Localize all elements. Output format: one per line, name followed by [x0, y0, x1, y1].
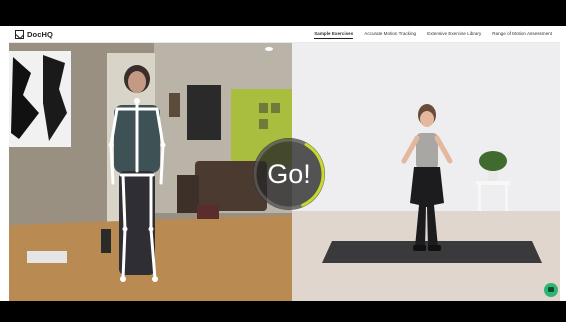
joint-right-ankle	[152, 276, 158, 282]
instructor-face	[420, 111, 434, 127]
plant-stool-top	[476, 181, 510, 185]
ceiling-light	[265, 47, 273, 51]
countdown-overlay: Go!	[251, 136, 327, 212]
nav-links: Sample Exercises Accurate Motion Trackin…	[314, 30, 552, 39]
plant-stool-leg	[478, 185, 481, 211]
floor-lamp-base	[101, 229, 111, 253]
user-camera-feed	[9, 43, 292, 301]
instructor-shoe	[428, 245, 441, 251]
small-picture-frame	[169, 93, 180, 117]
joint-right-elbow	[160, 142, 166, 148]
radiator	[27, 251, 67, 263]
letterbox-bottom	[0, 301, 566, 322]
user-camera-scene	[9, 43, 292, 301]
wall-frame	[259, 119, 268, 129]
top-navigation-bar: DocHQ Sample Exercises Accurate Motion T…	[9, 26, 560, 43]
footstool	[197, 205, 219, 219]
skeleton-right-forearm	[159, 143, 165, 185]
wall-frame	[259, 103, 268, 113]
letterbox-top	[0, 0, 566, 26]
nav-link-accurate-motion-tracking[interactable]: Accurate Motion Tracking	[364, 30, 416, 39]
plant-stool-leg	[505, 185, 508, 211]
skeleton-left-thigh	[121, 173, 127, 231]
instructor-video	[292, 43, 560, 301]
countdown-text: Go!	[267, 159, 311, 189]
joint-left-elbow	[108, 142, 114, 148]
logo[interactable]: DocHQ	[15, 29, 53, 40]
joint-right-knee	[148, 226, 154, 232]
joint-left-knee	[122, 226, 128, 232]
instructor-scene	[292, 43, 560, 301]
logo-text: DocHQ	[27, 30, 53, 39]
instructor-shoe	[413, 245, 426, 251]
dochq-logo-icon	[15, 30, 24, 39]
wall-frame	[271, 103, 280, 113]
skeleton-left-shin	[121, 227, 127, 281]
joint-neck	[134, 98, 140, 104]
joint-left-ankle	[120, 276, 126, 282]
side-table	[177, 175, 199, 213]
person-face	[128, 71, 146, 93]
nav-link-extensive-exercise-library[interactable]: Extensive Exercise Library	[427, 30, 481, 39]
nav-link-range-of-motion-assessment[interactable]: Range of Motion Assessment	[492, 30, 552, 39]
television	[187, 85, 221, 140]
chat-bubble-icon[interactable]	[544, 283, 558, 297]
skeleton-left-forearm	[109, 143, 115, 185]
nav-link-sample-exercises[interactable]: Sample Exercises	[314, 30, 354, 39]
plant-leaves	[479, 151, 507, 171]
